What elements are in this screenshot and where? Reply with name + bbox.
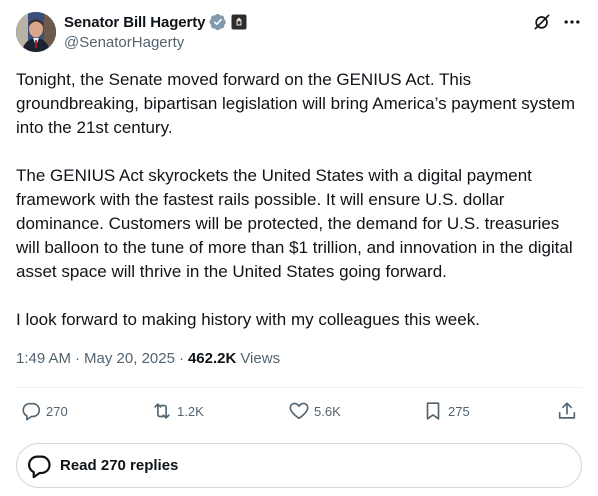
reply-icon	[22, 402, 41, 421]
like-count: 5.6K	[314, 403, 341, 419]
repost-count: 1.2K	[177, 403, 204, 419]
bookmark-button[interactable]: 275	[422, 398, 470, 424]
grok-icon[interactable]	[532, 12, 552, 32]
verified-badge-icon[interactable]	[209, 13, 227, 31]
name-row: Senator Bill Hagerty	[64, 12, 247, 32]
avatar[interactable]	[16, 12, 56, 52]
repost-icon	[154, 403, 170, 419]
views-label: Views	[240, 350, 281, 367]
us-government-badge-icon[interactable]	[231, 14, 247, 30]
avatar-image	[16, 12, 56, 52]
views-count: 462.2K	[187, 350, 237, 367]
read-replies-label: Read 270 replies	[60, 457, 179, 474]
tweet-metadata: 1:49 AM · May 20, 2025 · 462.2K Views	[16, 349, 280, 369]
tweet-paragraph: Tonight, the Senate moved forward on the…	[16, 70, 580, 137]
action-bar: 270 1.2K 5.6K 275	[16, 398, 582, 424]
tweet-text: Tonight, the Senate moved forward on the…	[16, 68, 582, 356]
tweet: Senator Bill Hagerty @SenatorHagerty Ton…	[0, 0, 598, 496]
post-date[interactable]: May 20, 2025	[84, 349, 175, 369]
tweet-header: Senator Bill Hagerty @SenatorHagerty	[16, 12, 582, 54]
tweet-paragraph: The GENIUS Act skyrockets the United Sta…	[16, 166, 578, 281]
bookmark-icon	[426, 402, 440, 420]
heart-icon	[289, 402, 309, 420]
reply-count: 270	[46, 403, 68, 419]
share-icon	[558, 402, 576, 419]
reply-bubble-icon	[28, 455, 51, 478]
tweet-paragraph: I look forward to making history with my…	[16, 310, 480, 329]
header-actions	[532, 12, 582, 32]
more-icon[interactable]	[562, 12, 582, 32]
like-button[interactable]: 5.6K	[288, 398, 341, 424]
bookmark-count: 275	[448, 403, 470, 419]
separator-dot: ·	[75, 350, 81, 367]
post-time[interactable]: 1:49 AM	[16, 349, 71, 369]
repost-button[interactable]: 1.2K	[151, 398, 204, 424]
read-replies-button[interactable]: Read 270 replies	[16, 443, 582, 488]
author-block: Senator Bill Hagerty @SenatorHagerty	[64, 12, 247, 51]
separator-dot: ·	[178, 350, 184, 367]
share-button[interactable]	[556, 398, 578, 424]
reply-button[interactable]: 270	[20, 398, 68, 424]
divider	[16, 387, 582, 388]
author-display-name[interactable]: Senator Bill Hagerty	[64, 14, 205, 31]
author-handle[interactable]: @SenatorHagerty	[64, 34, 247, 51]
